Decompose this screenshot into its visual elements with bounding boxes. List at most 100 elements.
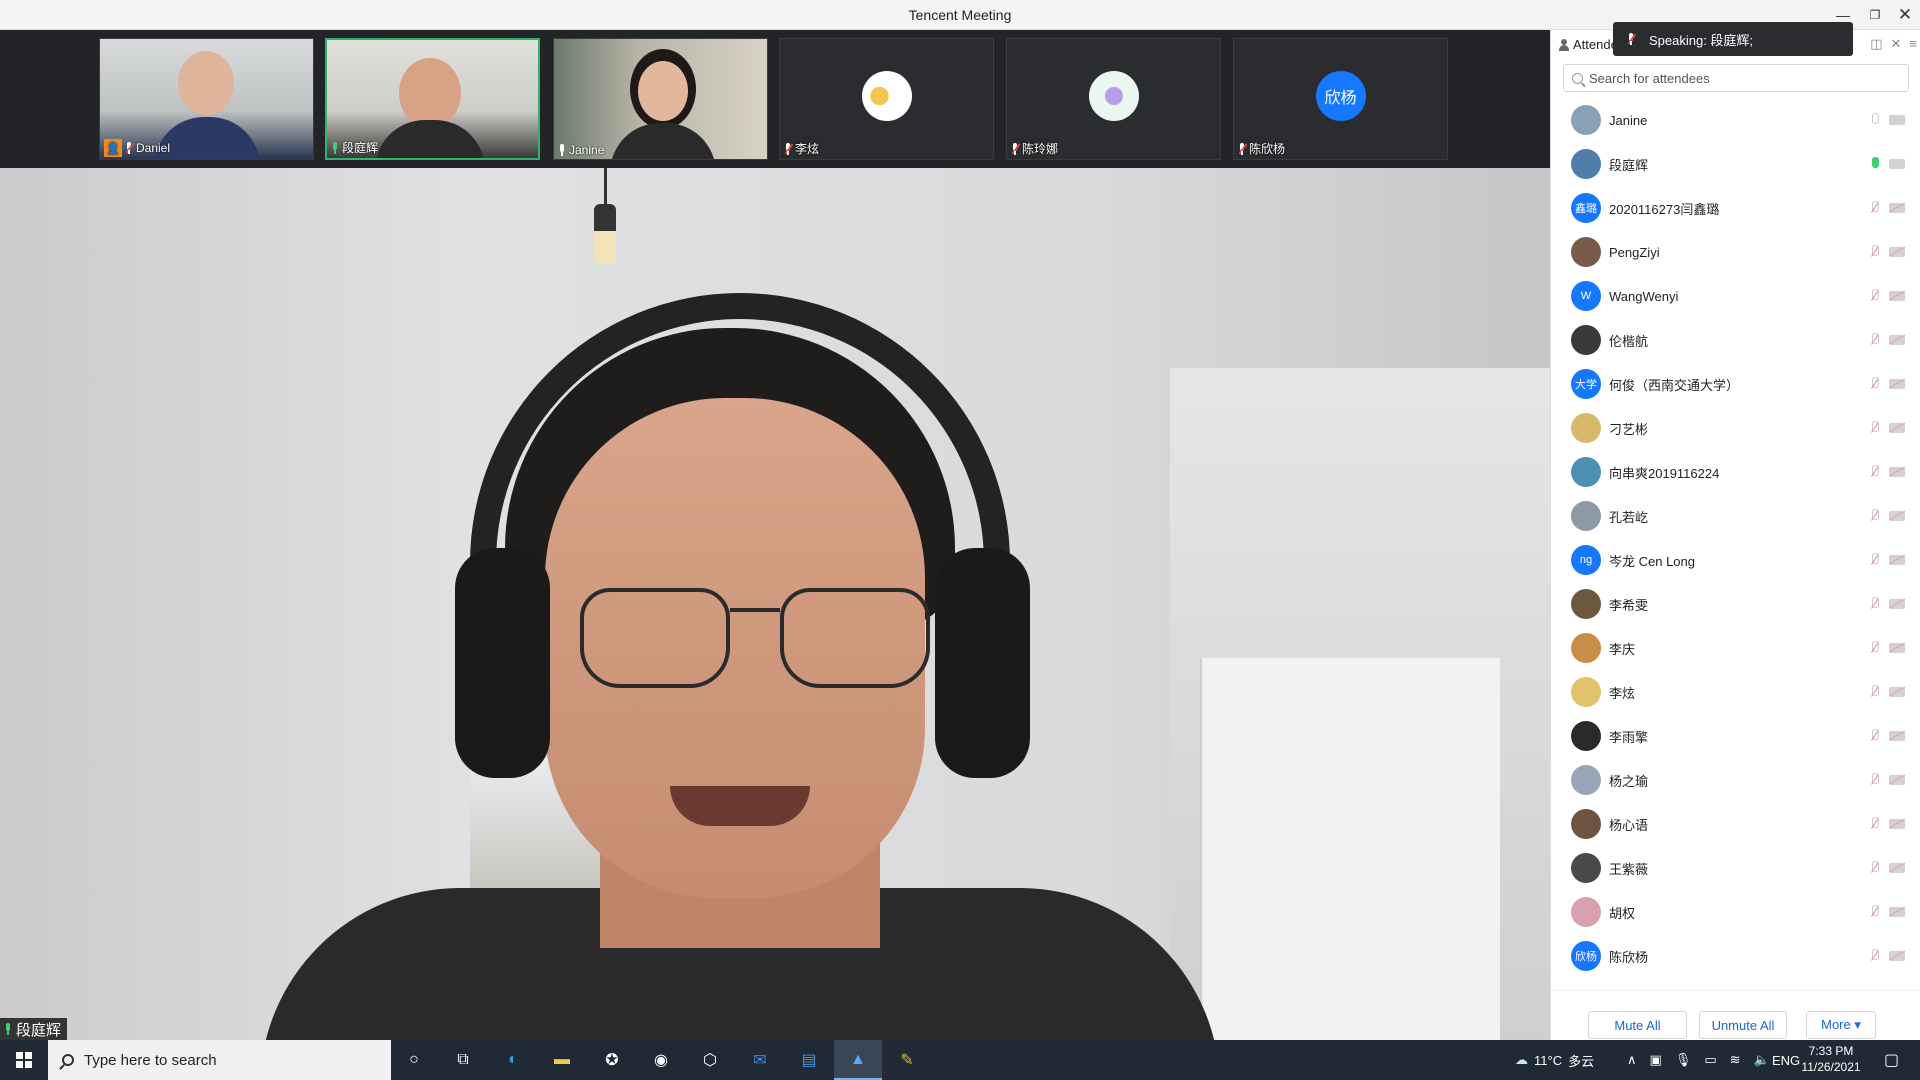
attendee-row[interactable]: 李庆 <box>1551 626 1920 670</box>
camera-off-icon[interactable] <box>1889 291 1905 301</box>
close-panel-icon[interactable]: ✕ <box>1891 36 1902 52</box>
mic-muted-icon[interactable] <box>1869 333 1879 347</box>
mic-muted-icon[interactable] <box>1869 817 1879 831</box>
attendee-row[interactable]: 李雨擎 <box>1551 714 1920 758</box>
notepad-icon[interactable]: ▤ <box>797 1048 821 1072</box>
mic-icon[interactable] <box>1869 157 1879 171</box>
attendee-row[interactable]: 孔若屹 <box>1551 494 1920 538</box>
microphone-icon[interactable]: 🎙 <box>1675 1052 1692 1068</box>
camera-off-icon[interactable] <box>1889 555 1905 565</box>
camera-off-icon[interactable] <box>1889 775 1905 785</box>
camera-off-icon[interactable] <box>1889 467 1905 477</box>
search-attendees-input[interactable]: Search for attendees <box>1563 64 1909 92</box>
app-icon-steam[interactable]: ✪ <box>600 1048 624 1072</box>
app-icon-vpn[interactable]: ◉ <box>649 1048 673 1072</box>
taskbar-search-box[interactable]: Type here to search <box>48 1040 391 1080</box>
mic-muted-icon[interactable] <box>1869 465 1879 479</box>
mic-muted-icon[interactable] <box>1869 773 1879 787</box>
camera-off-icon[interactable] <box>1889 511 1905 521</box>
camera-off-icon[interactable] <box>1889 599 1905 609</box>
mic-muted-icon[interactable] <box>1869 509 1879 523</box>
notifications-icon[interactable]: ▢ <box>1884 1040 1899 1080</box>
menu-icon[interactable]: ≡ <box>1909 36 1917 52</box>
volume-icon[interactable]: 🔈 <box>1754 1052 1770 1068</box>
file-explorer-icon[interactable]: ▬ <box>550 1048 574 1072</box>
app-icon-pen[interactable]: ✎ <box>895 1048 919 1072</box>
attendee-row[interactable]: 杨之瑜 <box>1551 758 1920 802</box>
mic-muted-icon[interactable] <box>1869 377 1879 391</box>
mic-muted-icon[interactable] <box>1869 289 1879 303</box>
mail-icon[interactable]: ✉ <box>748 1048 772 1072</box>
cortana-icon[interactable]: ○ <box>402 1048 426 1072</box>
camera-icon[interactable] <box>1889 159 1905 169</box>
video-tile-avatar[interactable]: 欣杨 陈欣杨 <box>1233 38 1448 160</box>
attendee-row[interactable]: 段庭辉 <box>1551 142 1920 186</box>
attendee-row[interactable]: 李希雯 <box>1551 582 1920 626</box>
attendee-row[interactable]: 鑫璐 2020116273闫鑫璐 <box>1551 186 1920 230</box>
clock[interactable]: 7:33 PM 11/26/2021 <box>1796 1043 1866 1075</box>
camera-off-icon[interactable] <box>1889 907 1905 917</box>
main-speaker-video[interactable]: 段庭辉 <box>0 168 1550 1040</box>
attendee-row[interactable]: 伦楷航 <box>1551 318 1920 362</box>
tencent-meeting-icon[interactable]: ▲ <box>846 1048 870 1072</box>
mic-muted-icon[interactable] <box>1869 729 1879 743</box>
camera-off-icon[interactable] <box>1889 379 1905 389</box>
camera-off-icon[interactable] <box>1889 951 1905 961</box>
mic-muted-icon[interactable] <box>1869 861 1879 875</box>
camera-off-icon[interactable] <box>1889 643 1905 653</box>
attendee-row[interactable]: 胡权 <box>1551 890 1920 934</box>
mic-muted-icon[interactable] <box>1869 641 1879 655</box>
mic-muted-icon[interactable] <box>1869 421 1879 435</box>
video-tile-active-speaker[interactable]: 段庭辉 <box>325 38 540 160</box>
mic-muted-icon[interactable] <box>1869 949 1879 963</box>
attendee-row[interactable]: 向串爽2019116224 <box>1551 450 1920 494</box>
close-button[interactable]: ✕ <box>1890 0 1920 30</box>
mic-muted-icon[interactable] <box>1869 245 1879 259</box>
mic-icon[interactable] <box>1869 113 1879 127</box>
camera-off-icon[interactable] <box>1889 423 1905 433</box>
wifi-icon[interactable]: ≋ <box>1730 1052 1741 1068</box>
camera-off-icon[interactable] <box>1889 687 1905 697</box>
chevron-up-icon[interactable]: ∧ <box>1627 1052 1637 1068</box>
video-tile-janine[interactable]: Janine <box>553 38 768 160</box>
video-tile-daniel[interactable]: 👤 Daniel <box>99 38 314 160</box>
attendee-row[interactable]: PengZiyi <box>1551 230 1920 274</box>
attendee-row[interactable]: 杨心语 <box>1551 802 1920 846</box>
more-button[interactable]: More ▾ <box>1806 1011 1876 1039</box>
camera-off-icon[interactable] <box>1889 819 1905 829</box>
camera-off-icon[interactable] <box>1889 247 1905 257</box>
unmute-all-button[interactable]: Unmute All <box>1699 1011 1787 1039</box>
attendee-row[interactable]: Janine <box>1551 98 1920 142</box>
app-icon-cube[interactable]: ⬡ <box>698 1048 722 1072</box>
mic-muted-icon[interactable] <box>1869 685 1879 699</box>
attendee-name: 伦楷航 <box>1609 333 1649 349</box>
attendee-row[interactable]: 王紫薇 <box>1551 846 1920 890</box>
camera-off-icon[interactable] <box>1889 203 1905 213</box>
mute-all-button[interactable]: Mute All <box>1588 1011 1687 1039</box>
mic-muted-icon[interactable] <box>1869 905 1879 919</box>
task-view-icon[interactable]: ⧉ <box>451 1048 475 1072</box>
attendee-row[interactable]: 刁艺彬 <box>1551 406 1920 450</box>
weather-tray[interactable]: ☁ 11°C 多云 <box>1515 1040 1594 1080</box>
attendee-row[interactable]: ng 岑龙 Cen Long <box>1551 538 1920 582</box>
mic-muted-icon[interactable] <box>1869 597 1879 611</box>
attendee-row[interactable]: 李炫 <box>1551 670 1920 714</box>
restore-button[interactable]: ❐ <box>1860 0 1890 30</box>
camera-off-icon[interactable] <box>1889 863 1905 873</box>
mic-muted-icon[interactable] <box>1869 201 1879 215</box>
mic-muted-icon[interactable] <box>1869 553 1879 567</box>
edge-icon[interactable]: ◐ <box>501 1048 525 1072</box>
attendee-row[interactable]: 大学 何俊（西南交通大学） <box>1551 362 1920 406</box>
popout-icon[interactable]: ◫ <box>1870 36 1882 52</box>
search-icon <box>62 1054 74 1066</box>
video-tile-avatar[interactable]: 陈玲娜 <box>1006 38 1221 160</box>
video-tile-avatar[interactable]: 李炫 <box>779 38 994 160</box>
attendee-row[interactable]: 欣杨 陈欣杨 <box>1551 934 1920 978</box>
battery-icon[interactable]: ▭ <box>1704 1052 1716 1068</box>
camera-icon[interactable] <box>1889 115 1905 125</box>
app-tray-icon[interactable]: ▣ <box>1650 1052 1662 1068</box>
camera-off-icon[interactable] <box>1889 731 1905 741</box>
camera-off-icon[interactable] <box>1889 335 1905 345</box>
attendee-row[interactable]: W WangWenyi <box>1551 274 1920 318</box>
start-button[interactable] <box>0 1040 48 1080</box>
